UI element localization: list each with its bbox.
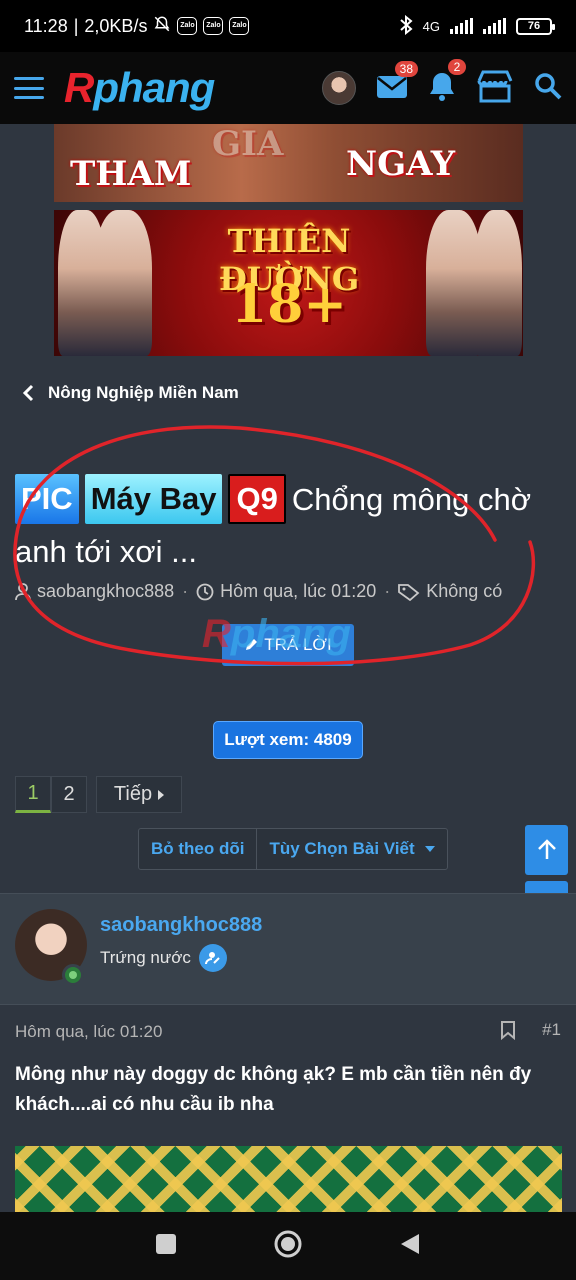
signal-icon: [450, 18, 473, 34]
banner-photo: [94, 210, 152, 356]
ad-banner-join[interactable]: THAM GIA NGAY: [54, 124, 523, 202]
page-2[interactable]: 2: [51, 776, 87, 813]
mute-bell-icon: [153, 15, 171, 38]
recents-icon[interactable]: [155, 1233, 177, 1260]
breadcrumb-label: Nông Nghiệp Miền Nam: [48, 383, 239, 402]
bell-icon: [430, 72, 454, 101]
post-tools: #1: [500, 1020, 561, 1040]
status-time: 11:28: [24, 15, 68, 36]
thread-date[interactable]: Hôm qua, lúc 01:20: [220, 581, 376, 602]
post-number[interactable]: #1: [542, 1020, 561, 1040]
app-header: Rphang 38 2: [0, 52, 576, 124]
bookmark-icon[interactable]: [500, 1020, 516, 1040]
thread-tags: Không có: [426, 581, 503, 601]
thread-options-button[interactable]: Tùy Chọn Bài Viết: [256, 829, 446, 869]
post-date[interactable]: Hôm qua, lúc 01:20: [15, 1022, 162, 1042]
rank-icon: [198, 944, 227, 972]
next-page-button[interactable]: Tiếp: [96, 776, 182, 813]
thread-title: PIC Máy Bay Q9 Chổng mông chờ anh tới xơi .…: [15, 474, 560, 578]
user-icon: [15, 582, 31, 600]
post-image[interactable]: [15, 1146, 562, 1212]
scroll-up-button[interactable]: [525, 825, 568, 875]
zalo-icon: Zalo: [177, 17, 198, 35]
status-bar: 11:28 | 2,0KB/s Zalo Zalo Zalo 4G 76: [0, 0, 576, 52]
store-icon[interactable]: [476, 69, 514, 108]
clock-icon: [196, 583, 214, 600]
search-icon[interactable]: [534, 72, 562, 105]
unwatch-button[interactable]: Bỏ theo dõi: [139, 829, 256, 869]
bluetooth-icon: [399, 14, 413, 38]
alerts-badge: 2: [448, 58, 466, 75]
alerts-button[interactable]: 2: [428, 58, 466, 106]
caret-right-icon: [158, 789, 165, 800]
caret-down-icon: [424, 846, 435, 852]
post-user-card: saobangkhoc888 Trứng nước: [0, 893, 576, 1005]
post-username[interactable]: saobangkhoc888: [100, 914, 262, 937]
reply-button[interactable]: TRẢ LỜI: [222, 624, 354, 666]
prefix-may-bay[interactable]: Máy Bay: [84, 474, 223, 524]
pencil-icon: [246, 639, 258, 650]
signal-icon: [483, 18, 506, 34]
pagination: 1 2 Tiếp: [15, 776, 182, 813]
arrow-up-icon: [537, 839, 556, 859]
thread-meta: saobangkhoc888 · Hôm qua, lúc 01:20 · Kh…: [15, 581, 502, 602]
views-count: Lượt xem: 4809: [213, 721, 363, 759]
home-icon[interactable]: [273, 1229, 303, 1264]
system-nav-bar: [0, 1212, 576, 1280]
banner-age: 18+: [231, 274, 347, 335]
zalo-icon: Zalo: [203, 17, 224, 35]
post-body: Mông như này doggy dc không ạk? E mb cần…: [15, 1064, 532, 1115]
network-type: 4G: [422, 18, 440, 34]
prefix-pic[interactable]: PIC: [15, 474, 79, 524]
battery-icon: 76: [516, 17, 555, 35]
site-logo[interactable]: Rphang: [64, 64, 215, 112]
thread-author[interactable]: saobangkhoc888: [37, 581, 174, 602]
menu-icon[interactable]: [14, 77, 44, 99]
chevron-left-icon: [22, 384, 34, 402]
online-status-icon: [62, 964, 84, 986]
messages-badge: 38: [394, 60, 418, 77]
user-rank: Trứng nước: [100, 944, 227, 972]
tag-icon: [398, 583, 420, 601]
banner-photo: [474, 210, 522, 356]
breadcrumb[interactable]: Nông Nghiệp Miền Nam: [22, 383, 239, 403]
zalo-icon: Zalo: [229, 17, 250, 35]
thread-actions: Bỏ theo dõi Tùy Chọn Bài Viết: [138, 828, 448, 870]
ad-banner-paradise[interactable]: THIÊN ĐƯỜNG 18+: [54, 210, 523, 356]
prefix-q9[interactable]: Q9: [228, 474, 286, 524]
status-speed: 2,0KB/s: [84, 15, 148, 36]
back-icon[interactable]: [399, 1232, 421, 1261]
page-1[interactable]: 1: [15, 776, 51, 813]
user-avatar[interactable]: [322, 71, 356, 105]
inbox-button[interactable]: 38: [376, 60, 418, 104]
